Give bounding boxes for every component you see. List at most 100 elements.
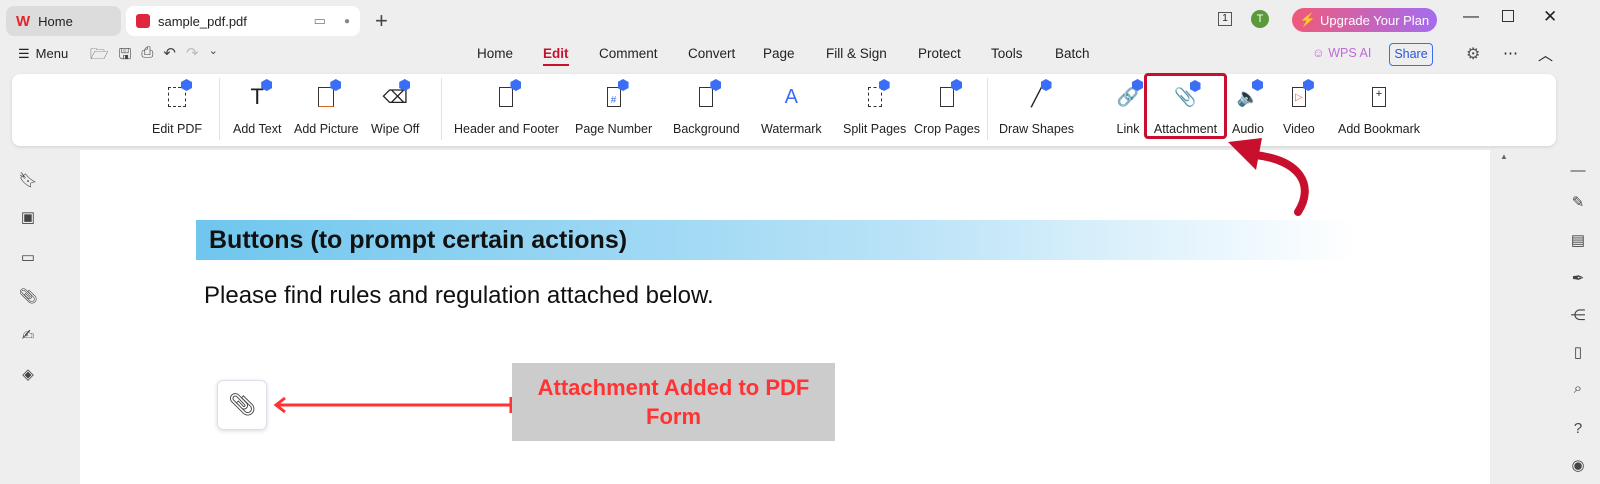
tool-label: Attachment (1153, 122, 1218, 136)
speaker-icon: 🔈 (1233, 79, 1263, 112)
nav-page[interactable]: Page (763, 46, 795, 61)
pen-line-icon: ╱ (1022, 79, 1052, 112)
tab-home[interactable]: W Home (6, 6, 121, 36)
restore-button[interactable] (1502, 10, 1514, 22)
split-pages-button[interactable]: Split Pages (843, 79, 907, 136)
save-icon[interactable]: 🖫 (119, 44, 132, 69)
chevron-down-icon[interactable]: ⌄ (209, 44, 218, 69)
print-icon[interactable]: ⎙ (141, 44, 153, 69)
video-button[interactable]: ▷ Video (1283, 79, 1315, 136)
draw-shapes-button[interactable]: ╱ Draw Shapes (999, 79, 1075, 136)
new-tab-button[interactable]: + (375, 8, 388, 34)
header-footer-button[interactable]: Header and Footer (454, 79, 559, 136)
tool-label: Add Text (233, 122, 282, 136)
nav-convert[interactable]: Convert (688, 46, 735, 61)
attachment-panel-icon[interactable]: 📎︎ (18, 286, 38, 306)
link-icon: 🔗 (1113, 79, 1143, 112)
nav-protect[interactable]: Protect (918, 46, 961, 61)
tool-label: Wipe Off (371, 122, 420, 136)
tab-document[interactable]: sample_pdf.pdf ▭ ● (126, 6, 360, 36)
minimize-button[interactable]: — (1463, 8, 1479, 26)
left-sidebar: 🔖︎ ▣ ▭ 📎︎ ✍︎ ◈ (0, 150, 55, 484)
add-bookmark-button[interactable]: + Add Bookmark (1338, 82, 1420, 136)
page-number-button[interactable]: # Page Number (575, 79, 652, 136)
tool-label: Background (673, 122, 740, 136)
video-icon: ▷ (1284, 79, 1314, 112)
thumbnail-icon[interactable]: ▣ (18, 207, 38, 227)
settings-icon[interactable]: ⚙ (1466, 44, 1480, 64)
document-list-icon[interactable]: ▤ (1568, 230, 1588, 250)
tool-label: Add Bookmark (1338, 122, 1420, 136)
menu-label: Menu (35, 46, 69, 61)
avatar[interactable]: T (1251, 10, 1269, 28)
nav-comment[interactable]: Comment (599, 46, 658, 61)
nav-fill-sign[interactable]: Fill & Sign (826, 46, 887, 61)
nav-batch[interactable]: Batch (1055, 46, 1090, 61)
header-footer-icon (491, 79, 522, 112)
tab-label: Home (38, 13, 73, 29)
link-button[interactable]: 🔗 Link (1113, 79, 1143, 136)
scroll-up-arrow[interactable]: ▲ (1500, 152, 1508, 161)
help-icon[interactable]: ? (1568, 418, 1588, 438)
page-indicator[interactable]: 1 (1218, 12, 1232, 26)
text-icon: T (242, 79, 273, 112)
crop-pages-button[interactable]: Crop Pages (914, 79, 980, 136)
upgrade-label: Upgrade Your Plan (1320, 12, 1430, 28)
bookmark-panel-icon[interactable]: 🔖︎ (18, 170, 38, 190)
redo-icon[interactable]: ↷ (186, 44, 199, 69)
add-picture-button[interactable]: Add Picture (294, 79, 359, 136)
wps-ai-label: WPS AI (1328, 46, 1372, 60)
search-icon[interactable]: ⌕ (1568, 378, 1588, 398)
wps-ai-button[interactable]: ☺ WPS AI (1312, 46, 1371, 60)
tool-label: Add Picture (294, 122, 359, 136)
compare-icon[interactable]: ⋲ (1568, 305, 1588, 325)
background-button[interactable]: Background (673, 79, 740, 136)
picture-icon (311, 79, 342, 112)
tool-label: Split Pages (843, 122, 907, 136)
collapse-ribbon-icon[interactable]: ︿ (1538, 44, 1553, 65)
audio-button[interactable]: 🔈 Audio (1232, 79, 1264, 136)
sign-icon[interactable]: ✒ (1568, 268, 1588, 288)
upgrade-plan-button[interactable]: ⚡ Upgrade Your Plan (1292, 8, 1437, 32)
lightning-icon: ⚡ (1299, 12, 1317, 27)
attachment-button[interactable]: 📎 Attachment (1144, 73, 1227, 139)
nav-edit[interactable]: Edit (543, 46, 569, 66)
edit-ribbon: Edit PDF T Add Text Add Picture ⌫ Wipe Off… (12, 73, 1556, 146)
attachment-annotation-icon[interactable]: 📎︎ (217, 380, 267, 430)
tool-label: Draw Shapes (999, 122, 1075, 136)
close-button[interactable]: ✕ (1543, 7, 1557, 27)
more-icon[interactable]: ⋯ (1503, 44, 1518, 62)
comment-icon[interactable]: ▭ (18, 247, 38, 267)
paperclip-icon: 📎 (1171, 80, 1201, 112)
eraser-icon: ⌫ (380, 79, 411, 112)
add-text-button[interactable]: T Add Text (233, 79, 282, 136)
open-folder-icon[interactable]: 🗁 (90, 44, 109, 69)
edit-pdf-button[interactable]: Edit PDF (152, 79, 202, 136)
share-button[interactable]: Share (1389, 43, 1433, 66)
section-heading: Buttons (to prompt certain actions) (196, 220, 1356, 260)
watermark-icon: A (784, 85, 798, 108)
nav-tools[interactable]: Tools (991, 46, 1023, 61)
undo-icon[interactable]: ↶ (163, 44, 176, 69)
annotation-callout: Attachment Added to PDF Form (512, 363, 835, 441)
monitor-icon[interactable]: ▭ (314, 13, 326, 29)
nav-home[interactable]: Home (477, 46, 513, 61)
quick-access: 🗁 🖫 ⎙ ↶ ↷ ⌄ (90, 44, 218, 69)
bookmark-icon: + (1364, 82, 1394, 112)
minus-icon[interactable]: — (1568, 160, 1588, 180)
wipe-off-button[interactable]: ⌫ Wipe Off (371, 79, 420, 136)
ticket-icon[interactable]: ▯ (1568, 342, 1588, 362)
red-pointer-arrow (1228, 138, 1309, 216)
unsaved-dot-icon: ● (343, 15, 350, 27)
layers-icon[interactable]: ◈ (18, 364, 38, 384)
hamburger-icon: ☰ (18, 46, 30, 61)
background-icon (691, 79, 722, 112)
tool-label: Header and Footer (454, 122, 559, 136)
watermark-button[interactable]: A Watermark (761, 82, 822, 137)
edit-note-icon[interactable]: ✎ (1568, 192, 1588, 212)
view-icon[interactable]: ◉ (1568, 455, 1588, 475)
menu-button[interactable]: ☰ Menu (18, 46, 68, 62)
edit-pdf-icon (162, 79, 192, 112)
signature-icon[interactable]: ✍︎ (18, 325, 38, 345)
tool-label: Watermark (761, 122, 822, 136)
